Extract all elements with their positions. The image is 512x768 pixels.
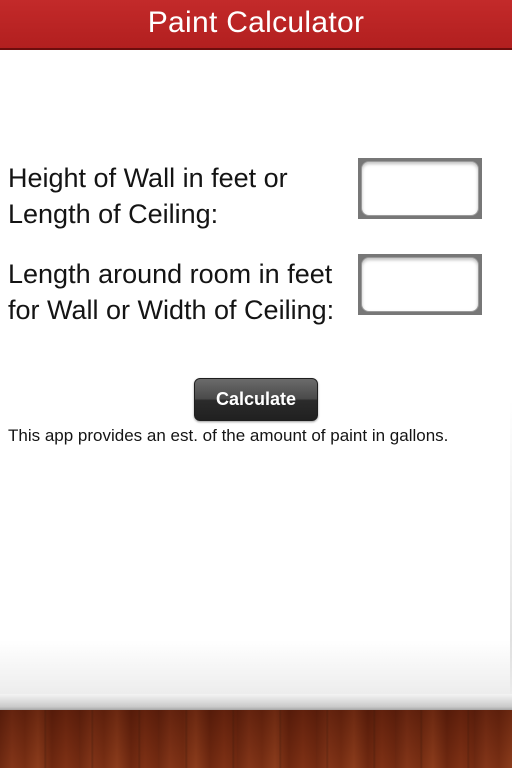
title-bar: Paint Calculator xyxy=(0,0,512,50)
wall-shading xyxy=(0,640,512,696)
calculate-button[interactable]: Calculate xyxy=(194,378,318,421)
app-title: Paint Calculator xyxy=(147,6,365,39)
wood-floor-image xyxy=(0,710,512,768)
wall-height-field-frame xyxy=(358,158,482,219)
room-length-label: Length around room in feet for Wall or W… xyxy=(8,259,335,325)
baseboard-image xyxy=(0,694,512,710)
wall-height-label: Height of Wall in feet or Length of Ceil… xyxy=(8,163,288,229)
wall-height-input[interactable] xyxy=(361,161,479,216)
room-length-input[interactable] xyxy=(361,257,479,312)
info-text: This app provides an est. of the amount … xyxy=(8,426,449,445)
room-length-field-frame xyxy=(358,254,482,315)
